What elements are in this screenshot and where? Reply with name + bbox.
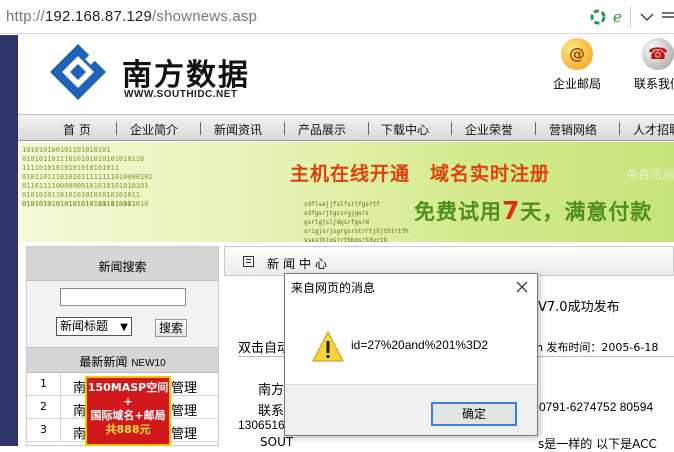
header-link-contact[interactable]: ☎ 联系我们 xyxy=(618,35,674,92)
ok-button[interactable]: 确定 xyxy=(431,402,517,426)
nav-item-honors[interactable]: 企业荣誉 xyxy=(465,121,513,138)
site-header: 南方数据 WWW.SOUTHIDC.NET @ 企业邮局 ☎ 联系我们 xyxy=(18,35,674,112)
document-icon xyxy=(243,256,254,267)
nav-divider xyxy=(368,122,369,135)
alert-dialog[interactable]: 来自网页的消息 id=27%20and%201%3D2 确定 xyxy=(284,273,538,436)
menu-icon[interactable] xyxy=(660,8,674,26)
logo-text[interactable]: 南方数据 xyxy=(122,50,250,94)
address-separator xyxy=(630,6,631,28)
article-text: 南方 xyxy=(258,383,285,398)
banner-slogan: 免费试用7天，满意付款 xyxy=(414,196,653,225)
article-text: 联系 xyxy=(258,404,285,419)
nav-divider xyxy=(284,122,285,135)
nav-item-news[interactable]: 新闻资讯 xyxy=(214,121,262,138)
nav-divider xyxy=(535,122,536,135)
header-link-mail[interactable]: @ 企业邮局 xyxy=(537,35,617,92)
nav-item-downloads[interactable]: 下载中心 xyxy=(381,121,429,138)
search-input[interactable] xyxy=(60,288,186,306)
dialog-footer: 确定 xyxy=(285,384,537,435)
banner-binary-tail: 010101010101010101001110101010 xyxy=(22,200,149,208)
nav-divider xyxy=(116,122,117,135)
banner-tag: 免费试用 xyxy=(626,168,674,182)
chevron-down-icon: ▼ xyxy=(120,322,128,333)
warning-icon xyxy=(312,330,344,362)
news-search-title: 新闻搜索 xyxy=(27,247,218,281)
search-button[interactable]: 搜索 xyxy=(155,319,187,337)
logo-domain: WWW.SOUTHIDC.NET xyxy=(124,89,238,100)
banner-code-pattern: sdflsajjfslfsrlfgsrtf sdfgsrjtgcsrgjgsrs… xyxy=(304,201,409,242)
ie-icon[interactable]: e xyxy=(610,8,628,26)
news-search-form: 新闻标题 ▼ 搜索 xyxy=(27,281,218,347)
article-text: 1306516 xyxy=(238,418,285,432)
close-icon[interactable] xyxy=(515,280,529,294)
nav-divider xyxy=(451,122,452,135)
latest-news-title: 最新新闻 NEW10 xyxy=(27,347,218,373)
address-bar[interactable]: http://192.168.87.129/shownews.asp e xyxy=(0,0,674,34)
nav-item-jobs[interactable]: 人才招聘 xyxy=(633,121,674,138)
nav-item-products[interactable]: 产品展示 xyxy=(298,121,346,138)
chevron-down-icon[interactable] xyxy=(638,8,656,26)
nav-item-home[interactable]: 首 页 xyxy=(63,121,91,138)
main-nav: 首 页 企业简介 新闻资讯 产品展示 下载中心 企业荣誉 营销网络 人才招聘 xyxy=(18,114,674,141)
floating-ad[interactable]: 150MASP空间 + 国际域名+邮局 共888元 xyxy=(85,376,171,446)
nav-item-about[interactable]: 企业简介 xyxy=(130,121,178,138)
svg-text:e: e xyxy=(613,8,622,26)
news-center-header: 新闻中心 xyxy=(224,246,674,276)
article-text: SOUT xyxy=(260,435,294,449)
article-meta-right: qun 发布时间：2005-6-18 xyxy=(522,341,659,354)
nav-item-network[interactable]: 营销网络 xyxy=(549,121,597,138)
dialog-message: id=27%20and%201%3D2 xyxy=(351,338,489,352)
compatibility-icon[interactable] xyxy=(589,8,607,26)
page-side-stripe xyxy=(0,35,18,446)
dialog-title: 来自网页的消息 xyxy=(291,281,376,295)
nav-divider xyxy=(200,122,201,135)
article-title: V7.0成功发布 xyxy=(538,300,620,315)
logo-icon[interactable] xyxy=(48,42,108,102)
banner-headline: 主机在线开通 域名实时注册 xyxy=(290,163,551,185)
promo-banner[interactable]: 101010100101101010101 010101101110101010… xyxy=(18,142,674,242)
article-meta-left: 双击自动 xyxy=(238,341,291,356)
article-text: 0791-6274752 80594 xyxy=(539,400,654,414)
url-text[interactable]: http://192.168.87.129/shownews.asp xyxy=(6,8,257,25)
article-text: s是一样的 以下是ACC xyxy=(538,437,657,451)
dialog-body: id=27%20and%201%3D2 xyxy=(285,298,537,384)
email-icon: @ xyxy=(561,38,593,70)
search-field-select[interactable]: 新闻标题 ▼ xyxy=(56,317,132,336)
contact-icon: ☎ xyxy=(642,38,674,70)
nav-divider xyxy=(619,122,620,135)
